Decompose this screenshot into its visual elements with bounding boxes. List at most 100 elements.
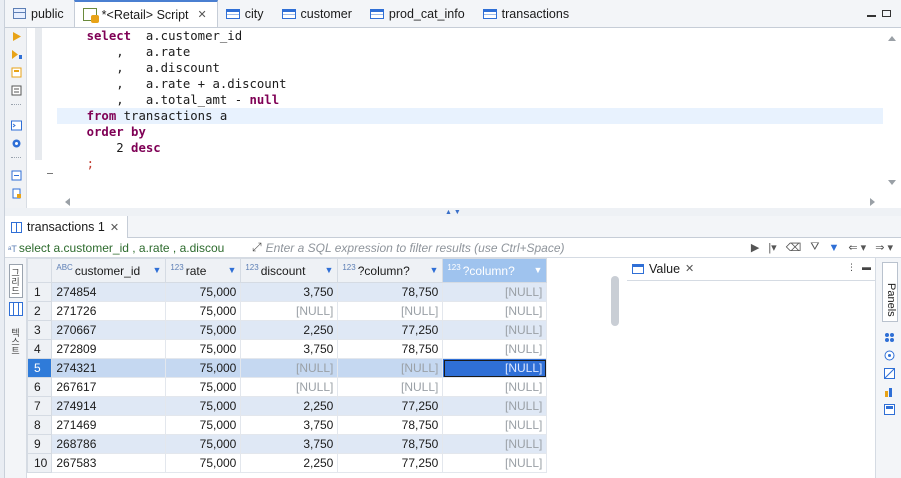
table-cell[interactable]: 75,000 [165,358,242,378]
row-number[interactable]: 2 [26,301,53,321]
table-cell[interactable]: 2,250 [240,453,339,473]
view-menu-icon[interactable]: ⋮ [847,262,856,273]
table-cell[interactable]: 75,000 [165,453,242,473]
table-cell[interactable]: [NULL] [240,358,339,378]
row-number[interactable]: 1 [26,282,53,302]
row-number[interactable]: 10 [26,453,53,473]
scroll-up-arrow-icon[interactable] [888,36,896,41]
tab-retail-script[interactable]: *<Retail> Script ✕ [73,0,218,27]
table-cell[interactable]: 271469 [51,415,167,435]
text-view-toggle[interactable]: 텍스트 [10,328,22,380]
table-row[interactable]: 7 274914 75,000 2,250 77,250 [NULL] [26,396,548,416]
image-viewer-icon[interactable] [884,368,895,379]
maximize-icon[interactable] [882,10,891,17]
table-cell[interactable]: 274914 [51,396,167,416]
layout-icon[interactable] [884,332,895,343]
table-cell[interactable]: [NULL] [337,358,444,378]
execute-script-icon[interactable] [11,49,22,60]
table-cell[interactable]: [NULL] [442,320,548,340]
column-header-column-5[interactable]: 123 ?column? ▼ [442,258,548,283]
tab-prod-cat-info[interactable]: prod_cat_info [362,0,475,27]
tab-city[interactable]: city [218,0,274,27]
sort-filter-icon[interactable]: ▼ [429,265,438,275]
settings-gear-icon[interactable] [11,138,22,149]
compare-icon[interactable] [884,350,895,361]
sort-filter-icon[interactable]: ▼ [324,265,333,275]
table-cell[interactable]: 3,750 [240,339,339,359]
table-row[interactable]: 8 271469 75,000 3,750 78,750 [NULL] [26,415,548,435]
table-cell[interactable]: 270667 [51,320,167,340]
table-cell[interactable]: 271726 [51,301,167,321]
scroll-down-arrow-icon[interactable] [888,180,896,185]
grid-view-toggle[interactable]: 그리드 [9,264,23,298]
table-cell[interactable]: [NULL] [337,377,444,397]
table-cell[interactable]: 267583 [51,453,167,473]
filter-input[interactable]: ⤢ Enter a SQL expression to filter resul… [252,239,712,257]
tab-results[interactable]: transactions 1 ✕ [5,216,129,238]
tab-customer[interactable]: customer [274,0,362,27]
export-icon[interactable] [11,170,22,181]
minimize-icon[interactable] [867,15,876,17]
editor-vertical-scrollbar[interactable] [883,28,901,208]
execute-statement-icon[interactable] [11,31,22,42]
table-row-selected[interactable]: 5 274321 75,000 [NULL] [NULL] [NULL] [26,358,548,378]
table-cell[interactable]: [NULL] [240,301,339,321]
table-cell[interactable]: 75,000 [165,377,242,397]
table-row[interactable]: 6 267617 75,000 [NULL] [NULL] [NULL] [26,377,548,397]
back-icon[interactable]: ⇐ ▾ [848,241,866,254]
row-number[interactable]: 9 [26,434,53,454]
close-icon[interactable]: ✕ [198,8,207,21]
table-cell[interactable]: 77,250 [337,453,444,473]
row-number[interactable]: 5 [26,358,53,378]
filter-funnel-icon[interactable]: ⛛ [810,241,819,254]
new-script-icon[interactable] [11,188,22,199]
table-cell[interactable]: 75,000 [165,415,242,435]
table-cell[interactable]: 78,750 [337,339,444,359]
table-row[interactable]: 1 274854 75,000 3,750 78,750 [NULL] [26,282,548,302]
table-row[interactable]: 9 268786 75,000 3,750 78,750 [NULL] [26,434,548,454]
table-row[interactable]: 2 271726 75,000 [NULL] [NULL] [NULL] [26,301,548,321]
table-cell[interactable]: 78,750 [337,415,444,435]
filter-settings-icon[interactable]: ▼ [829,242,840,254]
sort-filter-icon[interactable]: ▼ [533,265,542,275]
grid-vertical-scrollbar[interactable] [611,276,619,326]
editor-horizontal-scrollbar[interactable] [57,196,883,208]
table-cell[interactable]: [NULL] [442,415,548,435]
fold-collapse-marker[interactable] [47,173,53,174]
table-cell[interactable]: 75,000 [165,434,242,454]
table-cell[interactable]: [NULL] [442,358,548,378]
table-cell[interactable]: [NULL] [442,377,548,397]
close-icon[interactable]: ✕ [110,221,119,234]
table-cell[interactable]: 268786 [51,434,167,454]
table-cell[interactable]: [NULL] [442,282,548,302]
explain-plan-icon[interactable] [11,85,22,96]
panels-toggle[interactable]: Panels [882,262,898,322]
table-cell[interactable]: 75,000 [165,282,242,302]
row-number[interactable]: 4 [26,339,53,359]
editor-results-splitter[interactable]: ▲▼ [5,208,901,216]
row-number[interactable]: 7 [26,396,53,416]
table-row[interactable]: 3 270667 75,000 2,250 77,250 [NULL] [26,320,548,340]
table-cell[interactable]: 75,000 [165,339,242,359]
table-cell[interactable]: 274321 [51,358,167,378]
table-cell[interactable]: 78,750 [337,282,444,302]
table-cell[interactable]: [NULL] [442,396,548,416]
minimize-icon[interactable]: ▬ [862,262,871,273]
close-icon[interactable]: ✕ [685,262,694,275]
table-cell[interactable]: 77,250 [337,396,444,416]
column-header-customer-id[interactable]: ABC customer_id ▼ [51,258,167,283]
row-number[interactable]: 3 [26,320,53,340]
table-cell[interactable]: 3,750 [240,415,339,435]
metadata-icon[interactable] [884,404,895,415]
row-number[interactable]: 8 [26,415,53,435]
table-cell[interactable]: 75,000 [165,396,242,416]
table-cell[interactable]: [NULL] [240,377,339,397]
table-cell[interactable]: 274854 [51,282,167,302]
sort-filter-icon[interactable]: ▼ [227,265,236,275]
code-area[interactable]: select a.customer_id , a.rate , a.discou… [57,28,883,198]
table-cell[interactable]: [NULL] [442,453,548,473]
sql-editor[interactable]: select a.customer_id , a.rate , a.discou… [5,28,901,208]
table-cell[interactable]: [NULL] [442,434,548,454]
scroll-right-arrow-icon[interactable] [870,198,875,206]
table-row[interactable]: 4 272809 75,000 3,750 78,750 [NULL] [26,339,548,359]
